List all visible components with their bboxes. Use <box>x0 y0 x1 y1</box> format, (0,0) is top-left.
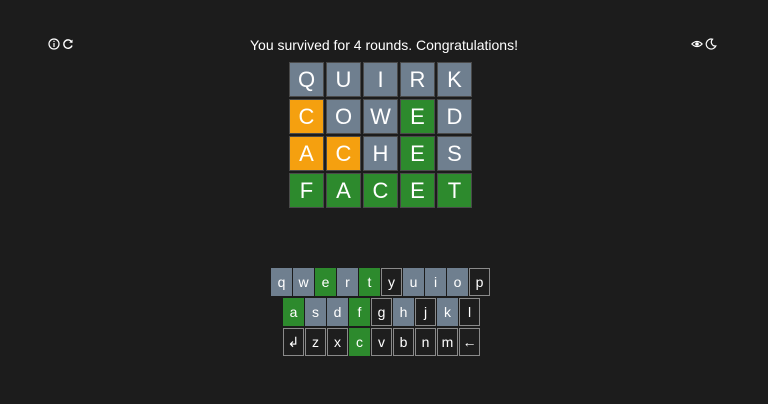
key-m[interactable]: m <box>437 328 458 356</box>
keyboard-row: qwertyuiop <box>271 268 490 296</box>
board-tile-absent: W <box>363 99 398 134</box>
guess-board: QUIRKCOWEDACHESFACET <box>289 62 472 208</box>
key-y[interactable]: y <box>381 268 402 296</box>
key-b[interactable]: b <box>393 328 414 356</box>
board-tile-correct: E <box>400 136 435 171</box>
key-a[interactable]: a <box>283 298 304 326</box>
key-i[interactable]: i <box>425 268 446 296</box>
board-tile-absent: Q <box>289 62 324 97</box>
on-screen-keyboard: q w e r t y u i o p a s d f g h j k l ↲ z x c v b n m ← <box>271 268 490 358</box>
key-f[interactable]: f <box>349 298 370 326</box>
board-tile-absent: O <box>326 99 361 134</box>
board-tile-present: C <box>326 136 361 171</box>
board-tile-correct: T <box>437 173 472 208</box>
board-tile-absent: H <box>363 136 398 171</box>
key-o[interactable]: o <box>447 268 468 296</box>
board-tile-correct: F <box>289 173 324 208</box>
board-tile-present: C <box>289 99 324 134</box>
status-message: You survived for 4 rounds. Congratulatio… <box>250 37 518 53</box>
key-d[interactable]: d <box>327 298 348 326</box>
board-tile-absent: R <box>400 62 435 97</box>
keyboard-row: ↲ z x c v b n m ← <box>283 328 490 356</box>
backspace-key[interactable]: ← <box>459 328 480 356</box>
key-n[interactable]: n <box>415 328 436 356</box>
key-k[interactable]: k <box>437 298 458 326</box>
key-c[interactable]: c <box>349 328 370 356</box>
key-g[interactable]: g <box>371 298 392 326</box>
key-t[interactable]: t <box>359 268 380 296</box>
board-tile-present: A <box>289 136 324 171</box>
key-j[interactable]: j <box>415 298 436 326</box>
board-tile-absent: D <box>437 99 472 134</box>
board-tile-correct: E <box>400 99 435 134</box>
key-x[interactable]: x <box>327 328 348 356</box>
board-tile-absent: I <box>363 62 398 97</box>
key-p[interactable]: p <box>469 268 490 296</box>
board-tile-correct: A <box>326 173 361 208</box>
board-tile-correct: E <box>400 173 435 208</box>
key-z[interactable]: z <box>305 328 326 356</box>
enter-key[interactable]: ↲ <box>283 328 304 356</box>
key-w[interactable]: w <box>293 268 314 296</box>
key-v[interactable]: v <box>371 328 392 356</box>
top-right-toolbar <box>691 38 717 50</box>
board-tile-absent: S <box>437 136 472 171</box>
keyboard-row: asdfghjkl <box>283 298 490 326</box>
key-l[interactable]: l <box>459 298 480 326</box>
eye-icon[interactable] <box>691 38 703 50</box>
key-u[interactable]: u <box>403 268 424 296</box>
key-s[interactable]: s <box>305 298 326 326</box>
board-tile-absent: U <box>326 62 361 97</box>
board-tile-correct: C <box>363 173 398 208</box>
moon-icon[interactable] <box>705 38 717 50</box>
key-e[interactable]: e <box>315 268 336 296</box>
key-h[interactable]: h <box>393 298 414 326</box>
key-r[interactable]: r <box>337 268 358 296</box>
board-tile-absent: K <box>437 62 472 97</box>
game-page: You survived for 4 rounds. Congratulatio… <box>0 0 768 404</box>
key-q[interactable]: q <box>271 268 292 296</box>
